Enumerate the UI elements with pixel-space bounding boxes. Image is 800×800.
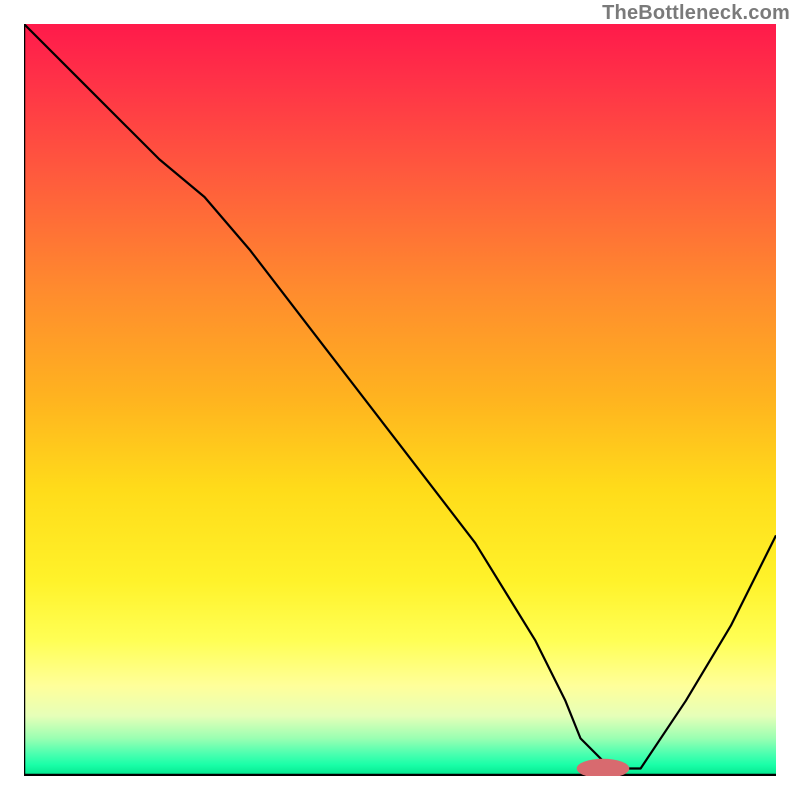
plot-area [24, 24, 776, 776]
curve-layer [24, 24, 776, 776]
chart-container: TheBottleneck.com [0, 0, 800, 800]
watermark-text: TheBottleneck.com [602, 2, 790, 25]
optimal-marker [577, 759, 630, 776]
bottleneck-curve [24, 24, 776, 769]
